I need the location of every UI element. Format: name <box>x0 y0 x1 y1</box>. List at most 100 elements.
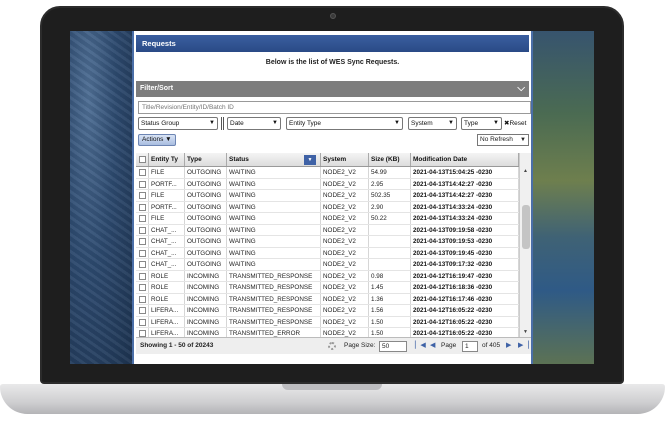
caret-down-icon: ▼ <box>272 120 278 126</box>
table-row[interactable]: FILE OUTGOING WAITING NODE2_V2 502.35 2021-04… <box>136 190 519 202</box>
cell-entity-type: ROLE <box>149 270 185 281</box>
table-row[interactable]: FILE OUTGOING WAITING NODE2_V2 54.99 2021-04-… <box>136 167 519 179</box>
table-row[interactable]: PORTF... OUTGOING WAITING NODE2_V2 2.90 2021-… <box>136 201 519 213</box>
system-select[interactable]: System ▼ <box>408 117 457 130</box>
row-select-cell <box>136 293 149 304</box>
scroll-thumb[interactable] <box>522 205 530 249</box>
cell-type: OUTGOING <box>185 236 227 247</box>
table-row[interactable]: CHAT_... OUTGOING WAITING NODE2_V2 2021-04-1… <box>136 224 519 236</box>
row-checkbox[interactable] <box>139 307 146 314</box>
chevron-down-icon[interactable]: ⌵ <box>517 81 525 97</box>
cell-status: WAITING <box>227 167 321 178</box>
table-row[interactable]: ROLE INCOMING TRANSMITTED_RESPONSE NODE2_V2… <box>136 293 519 305</box>
table-row[interactable]: CHAT_... OUTGOING WAITING NODE2_V2 2021-04-1… <box>136 259 519 271</box>
row-select-cell <box>136 190 149 201</box>
row-checkbox[interactable] <box>139 284 146 291</box>
cell-type: OUTGOING <box>185 201 227 212</box>
select-all-checkbox[interactable] <box>139 156 146 163</box>
prev-page-icon[interactable]: ◀ <box>430 338 435 354</box>
column-status[interactable]: Status ▼ <box>227 153 321 166</box>
actions-button[interactable]: Actions ▼ <box>138 134 176 146</box>
reset-button[interactable]: ✖Reset <box>504 117 526 130</box>
caret-down-icon: ▼ <box>493 120 499 126</box>
type-select[interactable]: Type ▼ <box>461 117 502 130</box>
table-row[interactable]: ROLE INCOMING TRANSMITTED_RESPONSE NODE2_V2… <box>136 270 519 282</box>
last-page-icon[interactable]: ▶▕ <box>518 338 529 354</box>
row-select-cell <box>136 224 149 235</box>
table-scrollbar[interactable]: ▲ ▼ <box>519 153 531 337</box>
status-group-select[interactable]: Status Group ▼ <box>138 117 218 130</box>
row-checkbox[interactable] <box>139 226 146 234</box>
row-checkbox[interactable] <box>139 169 146 176</box>
column-type[interactable]: Type <box>185 153 227 166</box>
row-checkbox[interactable] <box>139 192 146 199</box>
table-row[interactable]: LIFERA... INCOMING TRANSMITTED_ERROR NODE2_… <box>136 328 519 337</box>
type-value: Type <box>464 120 479 127</box>
cell-entity-type: CHAT_... <box>149 236 185 247</box>
page-size-input[interactable]: 50 <box>379 341 407 352</box>
cell-type: OUTGOING <box>185 247 227 258</box>
scroll-down-icon[interactable]: ▼ <box>520 328 531 337</box>
row-select-cell <box>136 213 149 224</box>
wallpaper-left <box>70 31 132 364</box>
cell-entity-type: CHAT_... <box>149 224 185 235</box>
search-input[interactable] <box>138 101 531 114</box>
row-checkbox[interactable] <box>139 318 146 326</box>
filter-divider <box>223 117 224 130</box>
column-system[interactable]: System <box>321 153 369 166</box>
table-row[interactable]: LIFERA... INCOMING TRANSMITTED_RESPONSE NOD… <box>136 316 519 328</box>
row-checkbox[interactable] <box>139 261 146 268</box>
cell-entity-type: FILE <box>149 190 185 201</box>
cell-entity-type: LIFERA... <box>149 316 185 327</box>
cell-modification-date: 2021-04-12T16:05:22 -0230 <box>411 316 519 327</box>
table-row[interactable]: PORTF... OUTGOING WAITING NODE2_V2 2.95 2021-… <box>136 178 519 190</box>
row-checkbox[interactable] <box>139 180 146 188</box>
row-checkbox[interactable] <box>139 215 146 222</box>
row-checkbox[interactable] <box>139 295 146 303</box>
cell-entity-type: LIFERA... <box>149 328 185 337</box>
table-row[interactable]: CHAT_... OUTGOING WAITING NODE2_V2 2021-04-1… <box>136 247 519 259</box>
first-page-icon[interactable]: ▏◀ <box>415 338 426 354</box>
table-row[interactable]: LIFERA... INCOMING TRANSMITTED_RESPONSE NOD… <box>136 305 519 317</box>
column-entity-type[interactable]: Entity Ty <box>149 153 185 166</box>
cell-size: 2.95 <box>369 178 411 189</box>
cell-entity-type: PORTF... <box>149 201 185 212</box>
row-checkbox[interactable] <box>139 238 146 245</box>
cell-entity-type: CHAT_... <box>149 259 185 270</box>
row-checkbox[interactable] <box>139 330 146 337</box>
row-checkbox[interactable] <box>139 203 146 211</box>
cell-modification-date: 2021-04-12T16:18:36 -0230 <box>411 282 519 293</box>
refresh-select[interactable]: No Refresh ▼ <box>477 134 529 146</box>
row-checkbox[interactable] <box>139 272 146 280</box>
row-checkbox[interactable] <box>139 249 146 257</box>
column-menu-icon[interactable]: ▼ <box>304 155 316 165</box>
next-page-icon[interactable]: ▶ <box>506 338 511 354</box>
cell-system: NODE2_V2 <box>321 305 369 316</box>
cell-status: TRANSMITTED_RESPONSE <box>227 282 321 293</box>
cell-status: WAITING <box>227 224 321 235</box>
entity-type-select[interactable]: Entity Type ▼ <box>286 117 403 130</box>
cell-entity-type: PORTF... <box>149 178 185 189</box>
column-size[interactable]: Size (KB) <box>369 153 411 166</box>
cell-modification-date: 2021-04-13T09:17:32 -0230 <box>411 259 519 270</box>
cell-modification-date: 2021-04-13T14:42:27 -0230 <box>411 178 519 189</box>
cell-size: 54.99 <box>369 167 411 178</box>
date-select[interactable]: Date ▼ <box>227 117 281 130</box>
filter-sort-header[interactable]: Filter/Sort ⌵ <box>136 81 529 97</box>
cell-size: 50.22 <box>369 213 411 224</box>
cell-system: NODE2_V2 <box>321 247 369 258</box>
cell-type: INCOMING <box>185 282 227 293</box>
column-modification-date[interactable]: Modification Date <box>411 153 519 166</box>
page-input[interactable]: 1 <box>462 341 478 352</box>
cell-size: 1.50 <box>369 316 411 327</box>
scroll-up-icon[interactable]: ▲ <box>520 167 531 176</box>
table-row[interactable]: CHAT_... OUTGOING WAITING NODE2_V2 2021-04-1… <box>136 236 519 248</box>
cell-size: 1.45 <box>369 282 411 293</box>
row-select-cell <box>136 247 149 258</box>
entity-type-value: Entity Type <box>289 120 322 127</box>
cell-entity-type: ROLE <box>149 282 185 293</box>
row-select-cell <box>136 259 149 270</box>
cell-status: WAITING <box>227 259 321 270</box>
table-row[interactable]: FILE OUTGOING WAITING NODE2_V2 50.22 2021-04-… <box>136 213 519 225</box>
table-row[interactable]: ROLE INCOMING TRANSMITTED_RESPONSE NODE2_V2… <box>136 282 519 294</box>
